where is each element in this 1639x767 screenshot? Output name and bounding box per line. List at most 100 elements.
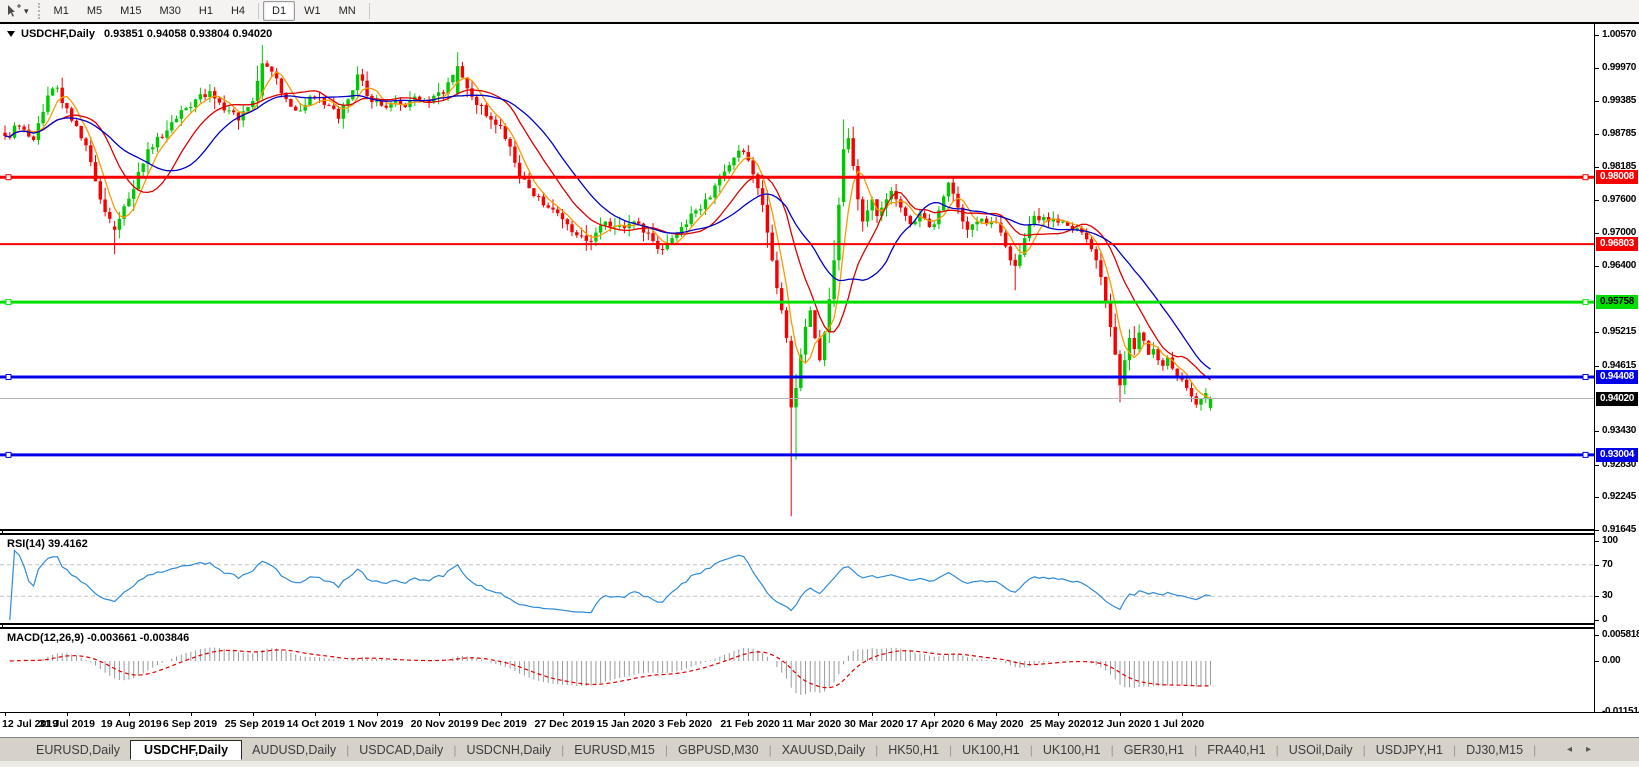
time-axis-label: 21 Feb 2020 [720, 718, 780, 730]
macd-pane[interactable]: MACD(12,26,9) -0.003661 -0.003846 [0, 629, 1594, 712]
axis-tick-mark [1595, 635, 1599, 637]
line-selection-handle[interactable] [1582, 374, 1589, 380]
tabs-scroll-right-icon[interactable]: ▸ [1586, 744, 1591, 755]
time-axis-label: 17 Apr 2020 [906, 718, 965, 730]
line-selection-handle[interactable] [1582, 299, 1589, 306]
tabs-scroll-left-icon[interactable]: ◂ [1567, 744, 1572, 755]
chart-tab-audusd-daily[interactable]: AUDUSD,Daily [242, 741, 346, 759]
line-selection-handle[interactable] [5, 451, 12, 458]
price-axis[interactable]: 1.00570 0.99970 0.99385 0.98785 0.98185 0.976… [1595, 24, 1639, 717]
timeframe-button-m5[interactable]: M5 [78, 1, 111, 21]
time-axis[interactable]: 12 Jul 2019 31 Jul 2019 19 Aug 2019 6 Sep 2… [0, 713, 1639, 737]
axis-tick-mark [1595, 497, 1599, 499]
axis-tick-mark [1595, 233, 1599, 235]
time-tick-mark [1058, 713, 1060, 716]
chart-title-ohlc: 0.93851 0.94058 0.93804 0.94020 [103, 28, 273, 40]
time-tick-mark [996, 713, 998, 716]
price-chart-svg[interactable] [0, 24, 1594, 529]
timeframe-button-h1[interactable]: H1 [190, 1, 222, 21]
axis-tick-mark [1595, 464, 1599, 466]
axis-tick-mark [1595, 661, 1599, 662]
chart-title[interactable]: USDCHF,Daily 0.93851 0.94058 0.93804 0.9… [7, 28, 272, 40]
axis-tick-mark [1595, 541, 1599, 542]
chart-tab-usdjpy-h1[interactable]: USDJPY,H1 [1366, 741, 1453, 759]
chart-tab-usdcad-daily[interactable]: USDCAD,Daily [349, 741, 453, 759]
toolbar-grip [37, 3, 40, 19]
chart-tab-uk100-h1[interactable]: UK100,H1 [952, 741, 1030, 759]
timeframe-button-m30[interactable]: M30 [151, 1, 190, 21]
axis-tick-label: 0.91645 [1602, 524, 1637, 536]
rsi-pane[interactable]: RSI(14) 39.4162 [0, 535, 1594, 623]
chart-tab-usdchf-daily[interactable]: USDCHF,Daily [130, 740, 243, 760]
rsi-label: RSI(14) 39.4162 [7, 538, 88, 550]
time-axis-label: 20 Nov 2019 [410, 718, 472, 730]
chart-tab-dj30-m15[interactable]: DJ30,M15 [1456, 741, 1533, 759]
axis-tick-label: 0.93430 [1602, 425, 1637, 437]
axis-tick-mark [1595, 100, 1599, 102]
time-tick-mark [686, 713, 688, 716]
time-tick-mark [562, 713, 564, 716]
time-axis-label: 27 Dec 2019 [534, 718, 595, 730]
axis-tick-label: 1.00570 [1602, 29, 1637, 40]
time-axis-label: 15 Jan 2020 [596, 718, 656, 730]
chart-tab-usdcnh-daily[interactable]: USDCNH,Daily [456, 741, 561, 759]
time-tick-mark [5, 713, 6, 716]
cursor-tool-button[interactable]: ▾ [0, 0, 33, 22]
line-selection-handle[interactable] [5, 174, 12, 181]
macd-chart-svg[interactable] [0, 629, 1594, 712]
dropdown-caret-icon: ▾ [24, 5, 29, 16]
rsi-line [9, 549, 1211, 621]
time-tick-mark [438, 713, 440, 716]
axis-tick-label: 0.99385 [1602, 94, 1637, 106]
chart-tab-usoil-daily[interactable]: USOil,Daily [1279, 741, 1363, 759]
line-selection-handle[interactable] [5, 299, 12, 306]
timeframe-button-d1[interactable]: D1 [263, 1, 296, 21]
axis-tick-label: 0.00 [1602, 655, 1621, 666]
timeframe-button-m1[interactable]: M1 [45, 1, 78, 21]
axis-tick-label: 70 [1602, 558, 1613, 570]
chart-tab-gbpusd-m30[interactable]: GBPUSD,M30 [668, 741, 769, 759]
axis-tick-label: 0.005818 [1602, 629, 1639, 641]
macd-label: MACD(12,26,9) -0.003661 -0.003846 [7, 632, 190, 644]
time-tick-mark [872, 713, 874, 716]
rsi-chart-svg[interactable] [0, 535, 1594, 623]
axis-tick-mark [1595, 564, 1599, 566]
chart-tab-fra40-h1[interactable]: FRA40,H1 [1197, 741, 1275, 759]
price-tag-0.94408: 0.94408 [1596, 369, 1638, 384]
time-tick-mark [314, 713, 316, 716]
timeframe-button-h4[interactable]: H4 [222, 1, 254, 21]
main-rsi-separator[interactable] [0, 529, 1639, 531]
main-chart-pane[interactable]: USDCHF,Daily 0.93851 0.94058 0.93804 0.9… [0, 24, 1594, 529]
time-axis-label: 9 Dec 2019 [472, 718, 527, 730]
chart-tab-hk50-h1[interactable]: HK50,H1 [878, 741, 949, 759]
timeframe-button-m15[interactable]: M15 [111, 1, 150, 21]
chart-tab-eurusd-daily[interactable]: EURUSD,Daily [26, 741, 130, 759]
chart-tab-uk100-h1[interactable]: UK100,H1 [1033, 741, 1111, 759]
axis-tick-label: 0.94615 [1602, 359, 1637, 371]
rsi-macd-separator[interactable] [0, 623, 1639, 625]
line-selection-handle[interactable] [5, 374, 12, 380]
toolbar: ▾ M1 M5 M15 M30 H1 H4 D1 W1 MN [0, 0, 1639, 22]
axis-tick-mark [1595, 365, 1599, 367]
chart-tab-ger30-h1[interactable]: GER30,H1 [1114, 741, 1194, 759]
time-axis-label: 6 Sep 2019 [162, 718, 218, 730]
crosshair-cursor-icon [4, 3, 22, 19]
toolbar-separator [258, 3, 260, 19]
axis-tick-label: 100 [1602, 535, 1618, 546]
chart-tab-xauusd-daily[interactable]: XAUUSD,Daily [772, 741, 875, 759]
time-axis-label: 1 Nov 2019 [348, 718, 404, 730]
chart-tab-eurusd-m15[interactable]: EURUSD,M15 [564, 741, 665, 759]
line-selection-handle[interactable] [1582, 451, 1589, 458]
time-axis-label: 19 Aug 2019 [100, 718, 162, 730]
axis-tick-label: 0.92245 [1602, 491, 1637, 503]
time-axis-label: 3 Feb 2020 [658, 718, 713, 730]
time-tick-mark [66, 713, 68, 716]
timeframe-button-mn[interactable]: MN [330, 1, 365, 21]
axis-tick-mark [1595, 266, 1599, 268]
moving-average-13 [4, 89, 1211, 381]
line-selection-handle[interactable] [1582, 174, 1589, 181]
time-tick-mark [624, 713, 626, 716]
timeframe-button-w1[interactable]: W1 [295, 1, 330, 21]
symbol-dropdown-icon[interactable] [7, 31, 15, 37]
time-axis-label: 11 Mar 2020 [782, 718, 842, 730]
